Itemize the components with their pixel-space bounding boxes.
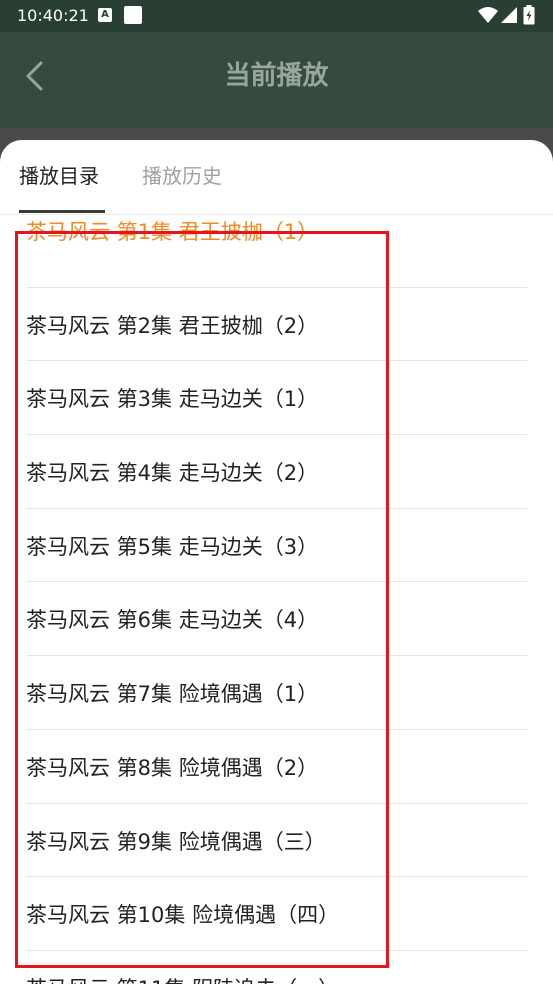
episode-title: 茶马风云 第3集 走马边关（1） [26,387,319,412]
battery-icon [523,5,535,25]
episode-title: 茶马风云 第9集 险境偶遇（三） [26,829,326,854]
episode-item-4[interactable]: 茶马风云 第4集 走马边关（2） [0,435,553,509]
episode-title: 茶马风云 第1集 君王披枷（1） [26,220,319,244]
page-title: 当前播放 [224,61,329,91]
episode-item-9[interactable]: 茶马风云 第9集 险境偶遇（三） [0,804,553,878]
title-bar: 当前播放 [0,32,553,128]
tab-bar: 播放目录 播放历史 [0,140,553,215]
wifi-icon [478,7,498,23]
episode-item-5[interactable]: 茶马风云 第5集 走马边关（3） [0,509,553,583]
episode-title: 茶马风云 第2集 君王披枷（2） [26,313,319,338]
episode-title: 茶马风云 第10集 险境偶遇（四） [26,903,340,928]
status-bar: 10:40:21 A [0,0,553,32]
episode-title: 茶马风云 第11集 阴陡追击（一） [26,975,339,984]
episode-list: 茶马风云 第1集 君王披枷（1） 茶马风云 第2集 君王披枷（2） 茶马风云 第… [0,214,553,984]
signal-icon [501,7,517,23]
status-time: 10:40:21 [17,6,89,25]
episode-item-8[interactable]: 茶马风云 第8集 险境偶遇（2） [0,730,553,804]
tab-catalog[interactable]: 播放目录 [19,162,99,190]
episode-title: 茶马风云 第4集 走马边关（2） [26,461,319,486]
notification-a-icon: A [98,8,112,22]
episode-item-7[interactable]: 茶马风云 第7集 险境偶遇（1） [0,656,553,730]
episode-item-10[interactable]: 茶马风云 第10集 险境偶遇（四） [0,877,553,951]
episode-item-2[interactable]: 茶马风云 第2集 君王披枷（2） [0,288,553,362]
episode-title: 茶马风云 第6集 走马边关（4） [26,608,319,633]
episode-item-1[interactable]: 茶马风云 第1集 君王披枷（1） [0,214,553,288]
notification-square-icon [124,6,142,24]
episode-item-6[interactable]: 茶马风云 第6集 走马边关（4） [0,582,553,656]
episode-item-11[interactable]: 茶马风云 第11集 阴陡追击（一） [0,951,553,984]
episode-title: 茶马风云 第5集 走马边关（3） [26,534,319,559]
active-tab-indicator [19,210,105,213]
episode-item-3[interactable]: 茶马风云 第3集 走马边关（1） [0,361,553,435]
playlist-sheet: 播放目录 播放历史 茶马风云 第1集 君王披枷（1） 茶马风云 第2集 君王披枷… [0,140,553,984]
episode-title: 茶马风云 第8集 险境偶遇（2） [26,755,319,780]
episode-title: 茶马风云 第7集 险境偶遇（1） [26,682,319,707]
tab-history[interactable]: 播放历史 [142,162,222,190]
